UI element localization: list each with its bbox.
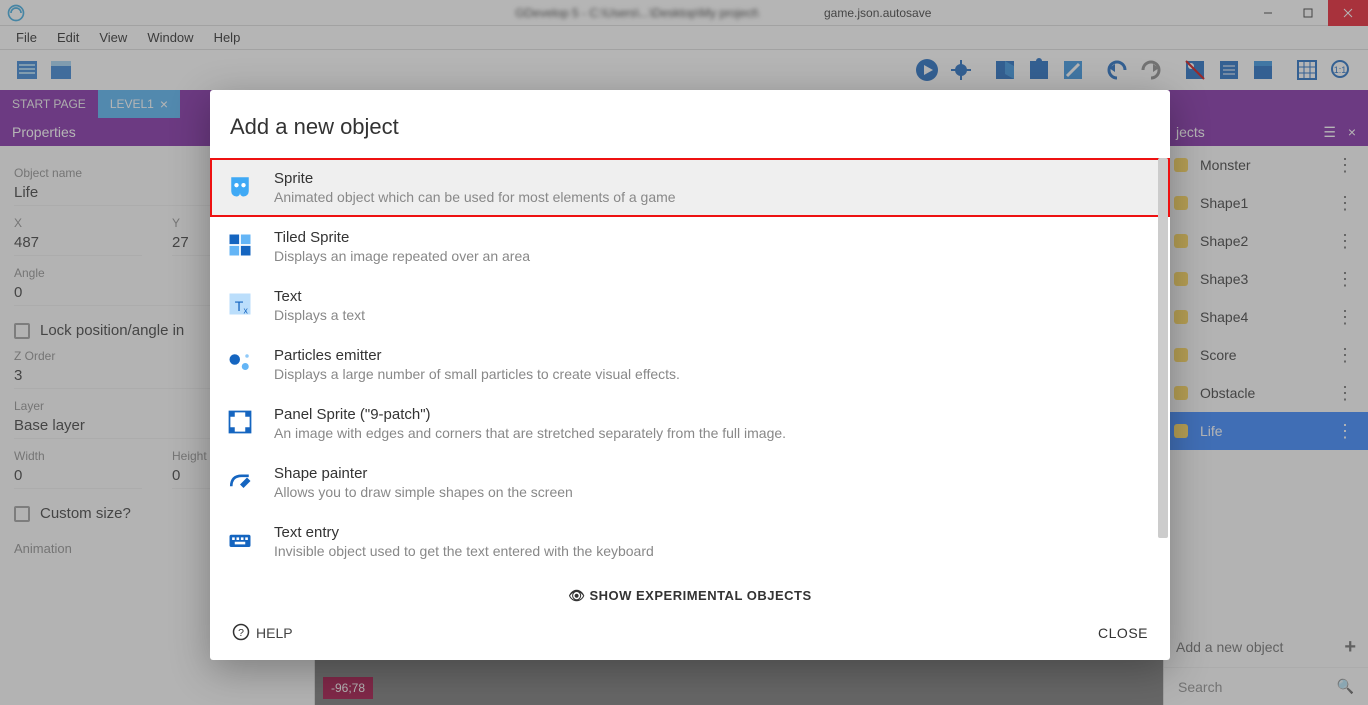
object-type-particles-emitter[interactable]: Particles emitterDisplays a large number… xyxy=(210,335,1170,394)
object-type-icon xyxy=(226,172,254,200)
object-type-icon xyxy=(226,467,254,495)
object-type-panel-sprite-9-patch-[interactable]: Panel Sprite ("9-patch")An image with ed… xyxy=(210,394,1170,453)
help-button[interactable]: ? HELP xyxy=(232,623,293,644)
dialog-title: Add a new object xyxy=(210,90,1170,158)
help-icon: ? xyxy=(232,623,250,644)
object-type-icon: Tx xyxy=(226,290,254,318)
svg-text:T: T xyxy=(235,298,244,314)
object-type-icon xyxy=(226,231,254,259)
object-type-icon xyxy=(226,526,254,554)
dialog-scrollbar[interactable] xyxy=(1156,158,1168,580)
svg-text:x: x xyxy=(244,306,249,316)
dialog-close-button[interactable]: CLOSE xyxy=(1098,625,1148,641)
object-type-sprite[interactable]: SpriteAnimated object which can be used … xyxy=(210,158,1170,217)
eye-icon: 👁 xyxy=(568,588,585,603)
object-type-tiled-sprite[interactable]: Tiled SpriteDisplays an image repeated o… xyxy=(210,217,1170,276)
object-type-icon xyxy=(226,408,254,436)
object-type-icon xyxy=(226,349,254,377)
object-type-shape-painter[interactable]: Shape painterAllows you to draw simple s… xyxy=(210,453,1170,512)
add-object-dialog: Add a new object SpriteAnimated object w… xyxy=(210,90,1170,660)
svg-text:?: ? xyxy=(238,626,244,638)
object-type-text-entry[interactable]: Text entryInvisible object used to get t… xyxy=(210,512,1170,571)
object-type-text[interactable]: TxTextDisplays a text xyxy=(210,276,1170,335)
show-experimental-toggle[interactable]: 👁 SHOW EXPERIMENTAL OBJECTS xyxy=(210,580,1170,606)
